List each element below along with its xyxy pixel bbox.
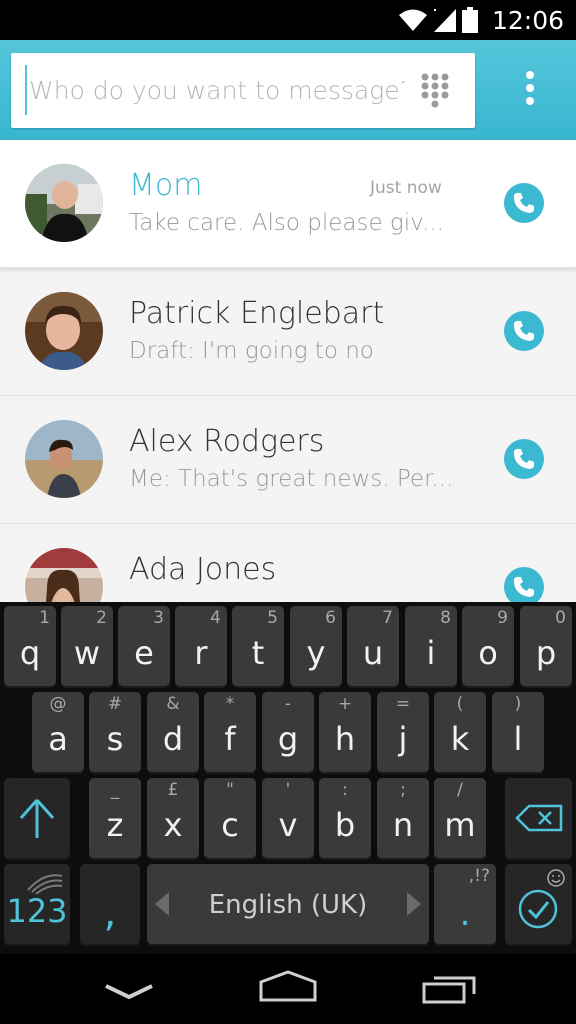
backspace-key[interactable] [505,778,572,858]
key-t[interactable]: 5t [232,606,284,686]
key-d[interactable]: & d [147,692,199,772]
phone-icon [514,321,534,341]
message-snippet: Me: That's great news. Per... [129,466,454,492]
app-bar [0,40,576,140]
call-button[interactable] [504,311,544,351]
enter-key[interactable] [505,864,572,944]
avatar [25,292,103,370]
wifi-icon [398,9,427,31]
key-z[interactable]: _ z [89,778,141,858]
numbers-key[interactable]: 123 [4,864,70,944]
arrow-right-icon [407,892,421,916]
timestamp: Just now [370,178,442,198]
key-q[interactable]: 1q [4,606,56,686]
avatar [25,164,103,242]
search-input[interactable] [25,65,405,115]
key-j[interactable]: = j [377,692,429,772]
key-v[interactable]: ' v [262,778,314,858]
contact-name: Mom [129,168,203,203]
contact-name: Patrick Englebart [129,296,385,331]
swiftkey-logo-icon [27,874,63,894]
dialpad-icon[interactable] [421,73,449,109]
key-m[interactable]: / m [434,778,486,858]
key-f[interactable]: * f [204,692,256,772]
space-key[interactable]: English (UK) [147,864,429,944]
key-y[interactable]: 6y [290,606,342,686]
key-l[interactable]: ) l [492,692,544,772]
key-p[interactable]: 0p [520,606,572,686]
conversation-row[interactable]: Ada Jones [0,524,576,602]
key-a[interactable]: @ a [32,692,84,772]
search-box[interactable] [11,53,475,128]
key-r[interactable]: 4r [175,606,227,686]
key-i[interactable]: 8i [405,606,457,686]
shift-arrow-icon [19,799,55,838]
checkmark-icon [518,889,558,929]
key-s[interactable]: # s [89,692,141,772]
phone-icon [514,193,534,213]
status-bar: 12:06 [0,0,576,40]
soft-keyboard: 1q 2w 3e 4r 5t 6y 7u 8i 9o 0p @ a # s & d *… [0,602,576,954]
key-c[interactable]: " c [204,778,256,858]
overflow-menu-icon[interactable] [520,70,540,110]
contact-name: Ada Jones [129,552,277,587]
call-button[interactable] [504,183,544,223]
navigation-bar [0,954,576,1024]
key-n[interactable]: ; n [377,778,429,858]
call-button[interactable] [504,567,544,602]
phone-icon [514,449,534,469]
recent-apps-icon[interactable] [422,972,478,1004]
home-icon[interactable] [258,970,318,1002]
call-button[interactable] [504,439,544,479]
avatar [25,420,103,498]
message-snippet: Draft: I'm going to no [129,338,374,364]
status-clock: 12:06 [491,5,564,35]
key-x[interactable]: £ x [147,778,199,858]
phone-icon [514,577,534,597]
key-g[interactable]: -g [262,692,314,772]
signal-icon [433,9,456,32]
message-snippet: Take care. Also please giv... [129,210,444,236]
conversation-row[interactable]: Alex Rodgers Me: That's great news. Per.… [0,396,576,524]
key-e[interactable]: 3e [118,606,170,686]
back-chevron-icon[interactable] [104,984,154,1000]
backspace-icon [515,804,563,832]
key-h[interactable]: + h [319,692,371,772]
avatar [25,548,103,602]
shift-key[interactable] [4,778,70,858]
key-b[interactable]: :b [319,778,371,858]
conversation-row[interactable]: Mom Just now Take care. Also please giv.… [0,140,576,268]
conversation-list: Mom Just now Take care. Also please giv.… [0,140,576,602]
battery-icon [461,7,478,33]
contact-name: Alex Rodgers [129,424,325,459]
key-w[interactable]: 2w [61,606,113,686]
key-o[interactable]: 9o [462,606,514,686]
emoji-icon [547,869,565,887]
period-key[interactable]: ,!? . [434,864,496,944]
key-u[interactable]: 7u [347,606,399,686]
conversation-row[interactable]: Patrick Englebart Draft: I'm going to no [0,268,576,396]
key-k[interactable]: (k [434,692,486,772]
comma-key[interactable]: , [80,864,140,944]
